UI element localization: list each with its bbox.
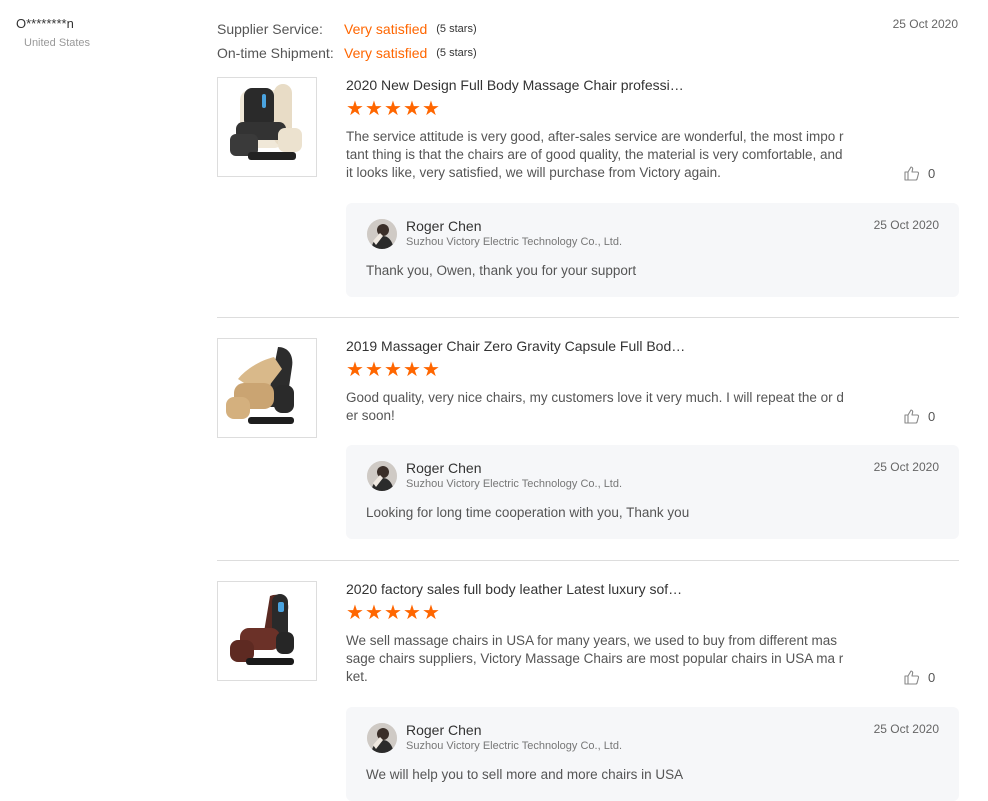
star-icon: ★ — [422, 98, 440, 120]
reply-text: We will help you to sell more and more c… — [366, 767, 684, 782]
star-icon: ★ — [403, 602, 421, 624]
like-button[interactable]: 0 — [903, 669, 935, 686]
reply-text: Thank you, Owen, thank you for your supp… — [366, 263, 637, 278]
thumbs-up-icon[interactable] — [903, 669, 920, 686]
star-icon: ★ — [346, 98, 364, 120]
rating-row-supplier-service: Supplier Service: Very satisfied (5 star… — [217, 17, 477, 41]
thumbs-up-icon[interactable] — [903, 408, 920, 425]
product-thumbnail[interactable] — [217, 581, 317, 681]
rating-count: (5 stars) — [436, 23, 477, 35]
star-icon: ★ — [346, 359, 364, 381]
reviewer-country: United States — [24, 37, 91, 49]
reviewer-name: O********n — [16, 16, 74, 31]
supplier-reply: Roger Chen Suzhou Victory Electric Techn… — [346, 707, 959, 801]
star-rating: ★ ★ ★ ★ ★ — [346, 602, 440, 624]
thumbs-up-icon[interactable] — [903, 165, 920, 182]
product-title[interactable]: 2020 factory sales full body leather Lat… — [346, 581, 682, 597]
rating-value: Very satisfied — [344, 21, 428, 37]
reply-author: Roger Chen — [406, 460, 482, 476]
avatar — [367, 461, 397, 491]
star-rating: ★ ★ ★ ★ ★ — [346, 359, 440, 381]
reply-text: Looking for long time cooperation with y… — [366, 505, 690, 520]
reply-company: Suzhou Victory Electric Technology Co., … — [406, 236, 623, 248]
star-icon: ★ — [422, 602, 440, 624]
review-comment: Good quality, very nice chairs, my custo… — [346, 390, 844, 423]
like-count: 0 — [928, 409, 936, 424]
rating-value: Very satisfied — [344, 45, 428, 61]
reply-author: Roger Chen — [406, 218, 482, 234]
star-icon: ★ — [365, 359, 383, 381]
like-button[interactable]: 0 — [903, 165, 935, 182]
star-rating: ★ ★ ★ ★ ★ — [346, 98, 440, 120]
product-thumbnail[interactable] — [217, 77, 317, 177]
supplier-ratings: Supplier Service: Very satisfied (5 star… — [217, 17, 477, 65]
star-icon: ★ — [384, 98, 402, 120]
rating-count: (5 stars) — [436, 47, 477, 59]
supplier-reply: Roger Chen Suzhou Victory Electric Techn… — [346, 203, 959, 297]
rating-label: Supplier Service: — [217, 21, 323, 37]
like-button[interactable]: 0 — [903, 408, 935, 425]
star-icon: ★ — [422, 359, 440, 381]
product-thumbnail[interactable] — [217, 338, 317, 438]
avatar — [367, 723, 397, 753]
product-title[interactable]: 2019 Massager Chair Zero Gravity Capsule… — [346, 338, 685, 354]
reply-date: 25 Oct 2020 — [873, 722, 939, 736]
review-comment: We sell massage chairs in USA for many y… — [346, 633, 844, 684]
star-icon: ★ — [403, 359, 421, 381]
star-icon: ★ — [365, 602, 383, 624]
avatar — [367, 219, 397, 249]
like-count: 0 — [928, 166, 936, 181]
reply-company: Suzhou Victory Electric Technology Co., … — [406, 740, 623, 752]
review-item: 2020 New Design Full Body Massage Chair … — [217, 77, 959, 318]
rating-label: On-time Shipment: — [217, 45, 334, 61]
rating-row-ontime-shipment: On-time Shipment: Very satisfied (5 star… — [217, 41, 477, 65]
star-icon: ★ — [403, 98, 421, 120]
reply-date: 25 Oct 2020 — [873, 460, 939, 474]
reviewer-info: O********n United States — [16, 16, 90, 49]
review-item: 2019 Massager Chair Zero Gravity Capsule… — [217, 338, 959, 561]
reply-date: 25 Oct 2020 — [873, 218, 939, 232]
reply-author: Roger Chen — [406, 722, 482, 738]
review-date: 25 Oct 2020 — [892, 17, 958, 31]
product-title[interactable]: 2020 New Design Full Body Massage Chair … — [346, 77, 684, 93]
supplier-reply: Roger Chen Suzhou Victory Electric Techn… — [346, 445, 959, 539]
reply-company: Suzhou Victory Electric Technology Co., … — [406, 478, 623, 490]
like-count: 0 — [928, 670, 936, 685]
star-icon: ★ — [365, 98, 383, 120]
review-item: 2020 factory sales full body leather Lat… — [217, 581, 959, 801]
star-icon: ★ — [384, 602, 402, 624]
review-comment: The service attitude is very good, after… — [346, 129, 844, 180]
star-icon: ★ — [346, 602, 364, 624]
star-icon: ★ — [384, 359, 402, 381]
